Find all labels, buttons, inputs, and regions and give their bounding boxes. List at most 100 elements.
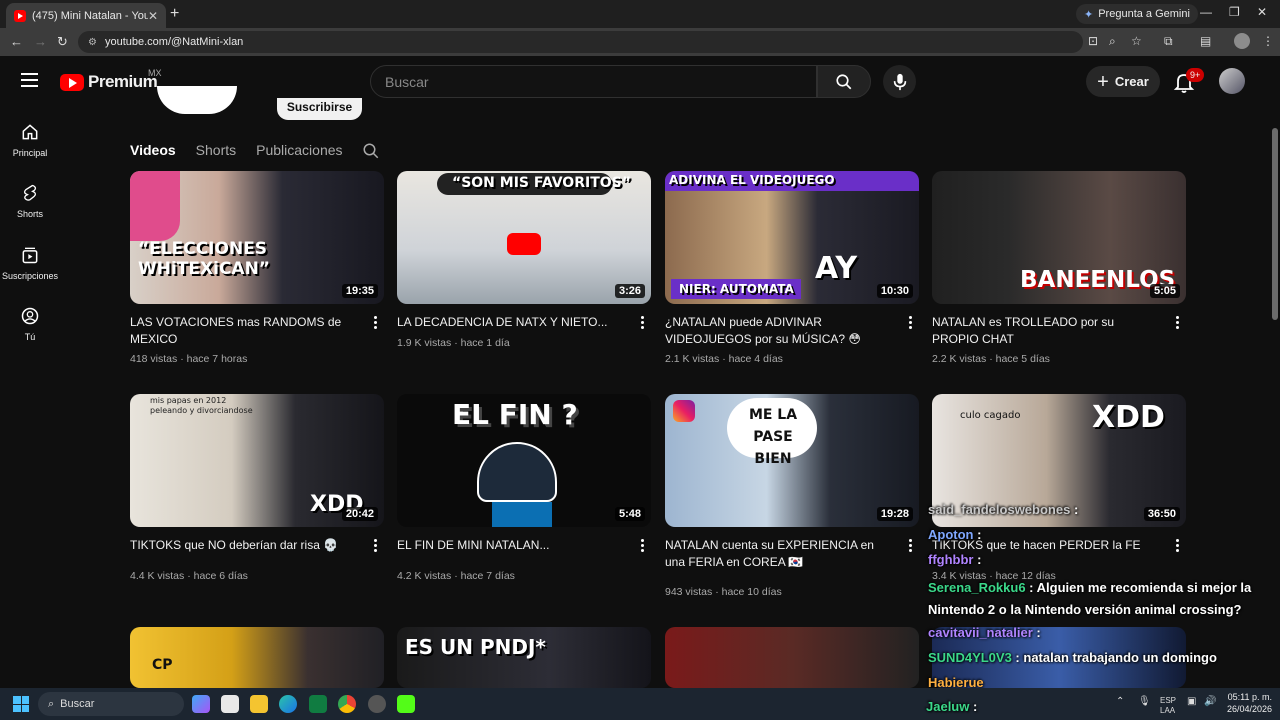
reload-icon[interactable]: ↻	[57, 34, 68, 50]
close-window-icon[interactable]: ✕	[1257, 5, 1267, 19]
video-thumbnail[interactable]: ES UN PNDJ*	[397, 627, 651, 688]
scrollbar-thumb[interactable]	[1272, 128, 1278, 320]
video-thumbnail[interactable]: ME LA PASE BIEN 19:28	[665, 394, 919, 527]
video-title[interactable]: EL FIN DE MINI NATALAN...	[397, 537, 625, 554]
side-panel-icon[interactable]: ▤	[1200, 34, 1211, 48]
thumbnail-text: “ELECCIONES WHiTEXiCAN”	[138, 239, 270, 279]
tab-shorts[interactable]: Shorts	[196, 142, 236, 158]
video-more-icon[interactable]	[1176, 539, 1180, 553]
close-tab-icon[interactable]: ✕	[148, 9, 158, 23]
chat-username: Jaeluw	[926, 699, 970, 714]
video-meta: 943 vistas · hace 10 días	[665, 586, 782, 598]
video-thumbnail[interactable]: EL FIN ? 5:48	[397, 394, 651, 527]
tab-videos[interactable]: Videos	[130, 142, 176, 158]
video-thumbnail[interactable]: “SON MIS FAVORITOS” 3:26	[397, 171, 651, 304]
kick-icon[interactable]	[397, 695, 415, 713]
sidebar-item-tu[interactable]: Tú	[0, 306, 60, 342]
browser-menu-icon[interactable]: ⋮	[1262, 34, 1274, 48]
search-input[interactable]: Buscar	[370, 65, 817, 98]
chrome-icon[interactable]	[338, 695, 356, 713]
taskbar-search[interactable]: ⌕ Buscar	[38, 692, 184, 716]
video-meta: 2.1 K vistas · hace 4 días	[665, 353, 783, 365]
browser-profile-avatar[interactable]	[1234, 33, 1250, 49]
video-more-icon[interactable]	[374, 316, 378, 330]
zoom-icon[interactable]: ⌕	[1109, 34, 1116, 49]
thumbnail-text: “SON MIS FAVORITOS”	[452, 175, 631, 191]
input-language[interactable]: ESP LAA	[1160, 696, 1176, 716]
sidebar-item-label: Tú	[24, 332, 36, 342]
youtube-premium-logo[interactable]: Premium MX	[60, 68, 162, 92]
thumbnail-subtext: NIER: AUTOMATA	[679, 282, 794, 296]
obs-icon[interactable]	[368, 695, 386, 713]
microphone-icon	[893, 73, 906, 90]
video-more-icon[interactable]	[1176, 316, 1180, 330]
video-meta: 4.2 K vistas · hace 7 días	[397, 570, 515, 582]
address-bar[interactable]: ⚙ youtube.com/@NatMini-xlan	[78, 31, 1083, 53]
user-avatar[interactable]	[1219, 68, 1245, 94]
video-more-icon[interactable]	[909, 539, 913, 553]
video-title[interactable]: LAS VOTACIONES mas RANDOMS de MEXICO	[130, 314, 358, 348]
create-button[interactable]: + Crear	[1086, 66, 1160, 97]
menu-icon[interactable]	[21, 73, 38, 87]
video-title[interactable]: TIKTOKS que NO deberían dar risa 💀	[130, 537, 358, 554]
forward-icon[interactable]: →	[34, 34, 47, 49]
taskbar-clock[interactable]: 05:11 p. m. 26/04/2026	[1224, 691, 1272, 715]
video-more-icon[interactable]	[374, 539, 378, 553]
volume-icon[interactable]: 🔊	[1204, 696, 1216, 707]
bookmark-star-icon[interactable]: ☆	[1131, 34, 1142, 48]
edge-icon[interactable]	[279, 695, 297, 713]
restore-icon[interactable]: ❐	[1229, 5, 1240, 19]
chat-username: ffghbbr	[928, 552, 974, 567]
site-info-icon[interactable]: ⚙	[88, 37, 97, 48]
plus-icon: +	[1097, 70, 1109, 93]
video-thumbnail[interactable]	[665, 627, 919, 688]
video-thumbnail[interactable]: CP	[130, 627, 384, 688]
browser-tab[interactable]: (475) Mini Natalan - YouTube ✕	[6, 3, 166, 28]
tray-chevron-icon[interactable]: ⌃	[1116, 696, 1124, 707]
video-more-icon[interactable]	[641, 539, 645, 553]
video-duration: 20:42	[341, 507, 378, 521]
channel-search-icon[interactable]	[362, 142, 380, 160]
video-title[interactable]: LA DECADENCIA DE NATX Y NIETO...	[397, 314, 625, 331]
video-thumbnail[interactable]: mis papas en 2012 peleando y divorciando…	[130, 394, 384, 527]
video-duration: 5:48	[614, 507, 645, 521]
new-tab-icon[interactable]: +	[170, 5, 179, 23]
play-icon	[507, 233, 541, 255]
video-thumbnail[interactable]: “ELECCIONES WHiTEXiCAN” 19:35	[130, 171, 384, 304]
tab-publicaciones[interactable]: Publicaciones	[256, 142, 342, 158]
chat-text: natalan trabajando un domingo	[1023, 650, 1217, 665]
back-icon[interactable]: ←	[10, 34, 23, 49]
channel-avatar[interactable]	[157, 86, 237, 114]
language-code: ESP	[1160, 696, 1177, 705]
windows-start-icon[interactable]	[13, 696, 29, 712]
file-explorer-icon[interactable]	[250, 695, 268, 713]
video-title[interactable]: ¿NATALAN puede ADIVINAR VIDEOJUEGOS por …	[665, 314, 893, 348]
subscribe-button[interactable]: Suscribirse	[277, 98, 362, 120]
youtube-logo-icon	[60, 73, 84, 91]
sidebar-item-principal[interactable]: Principal	[0, 122, 60, 158]
video-title[interactable]: NATALAN cuenta su EXPERIENCIA en una FER…	[665, 537, 893, 571]
video-age: hace 4 días	[728, 353, 783, 365]
sidebar-item-shorts[interactable]: Shorts	[0, 183, 60, 219]
network-icon[interactable]: ▣	[1187, 696, 1196, 707]
chat-message: cavitavii_natalier :	[928, 625, 1041, 640]
microphone-tray-icon[interactable]: 🎙	[1138, 696, 1151, 707]
excel-icon[interactable]	[309, 695, 327, 713]
minimize-icon[interactable]: —	[1200, 5, 1212, 19]
extensions-icon[interactable]: ⧉	[1164, 34, 1173, 49]
store-icon[interactable]	[221, 695, 239, 713]
video-thumbnail[interactable]: BANEENLOS 5:05	[932, 171, 1186, 304]
search-button[interactable]	[817, 65, 871, 98]
video-title[interactable]: NATALAN es TROLLEADO por su PROPIO CHAT	[932, 314, 1160, 348]
page-scrollbar[interactable]	[1270, 106, 1280, 688]
install-icon[interactable]: ⊡	[1088, 34, 1098, 48]
sidebar-item-suscripciones[interactable]: Suscripciones	[0, 245, 60, 281]
voice-search-button[interactable]	[883, 65, 916, 98]
clock-time: 05:11 p. m.	[1227, 692, 1272, 702]
video-thumbnail[interactable]: ADIVINA EL VIDEOJUEGO NIER: AUTOMATA AY …	[665, 171, 919, 304]
gemini-button[interactable]: ✦ Pregunta a Gemini	[1076, 4, 1198, 24]
chat-message: Jaeluw :	[926, 699, 978, 714]
video-more-icon[interactable]	[641, 316, 645, 330]
video-more-icon[interactable]	[909, 316, 913, 330]
copilot-icon[interactable]	[192, 695, 210, 713]
